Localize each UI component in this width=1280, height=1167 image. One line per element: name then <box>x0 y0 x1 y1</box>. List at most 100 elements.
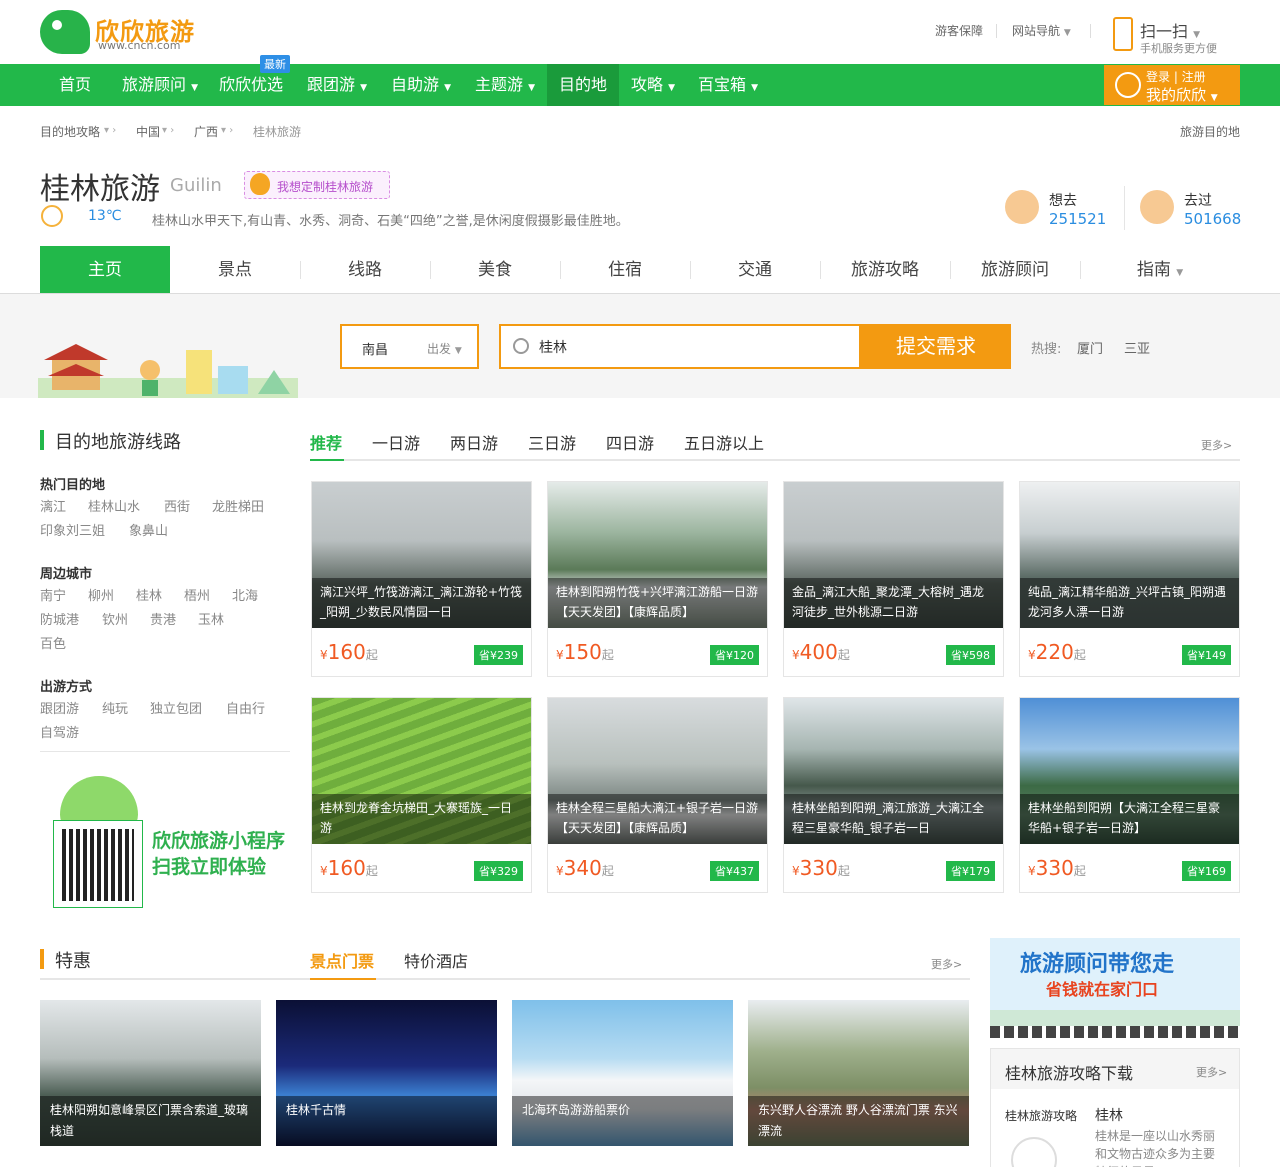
tab-traffic[interactable]: 交通 <box>690 246 820 294</box>
destination-link[interactable]: 旅游目的地 <box>1180 123 1240 140</box>
filter-link[interactable]: 梧州 <box>184 585 210 604</box>
route-tab-5day-plus[interactable]: 五日游以上 <box>684 430 764 454</box>
nav-home[interactable]: 首页 <box>40 64 110 106</box>
filter-link[interactable]: 自驾游 <box>40 722 79 741</box>
filter-link[interactable]: 南宁 <box>40 585 66 604</box>
breadcrumb-item[interactable]: 目的地攻略 <box>40 123 100 140</box>
deal-title: 桂林阳朔如意峰景区门票含索道_玻璃栈道 <box>40 1096 261 1146</box>
route-card[interactable]: 金品_漓江大船_聚龙潭_大榕树_遇龙河徒步_世外桃源二日游 ¥400起 省¥59… <box>783 481 1004 677</box>
breadcrumb-item[interactable]: 中国 <box>136 123 160 140</box>
route-card[interactable]: 漓江兴坪_竹筏游漓江_漓江游轮+竹筏_阳朔_少数民风情园一日 ¥160起 省¥2… <box>311 481 532 677</box>
deal-card[interactable]: 北海环岛游游船票价 <box>512 1000 733 1167</box>
deal-tab-tickets[interactable]: 景点门票 <box>310 948 374 972</box>
tab-food[interactable]: 美食 <box>430 246 560 294</box>
route-card[interactable]: 桂林全程三星船大漓江+银子岩一日游【天天发团】【康辉品质】 ¥340起 省¥43… <box>547 697 768 893</box>
filter-link[interactable]: 防城港 <box>40 609 79 628</box>
flag-icon[interactable] <box>1140 190 1174 224</box>
deal-card[interactable]: 东兴野人谷漂流 野人谷漂流门票 东兴漂流 <box>748 1000 969 1167</box>
departure-select[interactable]: 南昌 出发 ▼ <box>340 324 479 369</box>
more-link[interactable]: 更多> <box>1196 1064 1227 1080</box>
filter-link[interactable]: 跟团游 <box>40 698 79 717</box>
hot-search-link[interactable]: 三亚 <box>1124 338 1150 357</box>
login-register-link[interactable]: 登录 | 注册 <box>1146 68 1206 85</box>
tab-hotel[interactable]: 住宿 <box>560 246 690 294</box>
route-tab-2day[interactable]: 两日游 <box>450 430 498 454</box>
route-tab-recommend[interactable]: 推荐 <box>310 430 342 454</box>
my-cncn-menu[interactable]: 我的欣欣 ▼ <box>1146 84 1218 105</box>
nav-guide[interactable]: 攻略 ▼ <box>619 64 687 106</box>
nav-toolbox[interactable]: 百宝箱 ▼ <box>687 64 769 106</box>
filter-link[interactable]: 北海 <box>232 585 258 604</box>
filter-link[interactable]: 漓江 <box>40 496 66 515</box>
site-nav-link[interactable]: 网站导航 ▼ <box>1012 22 1071 39</box>
breadcrumb-item[interactable]: 广西 <box>194 123 218 140</box>
tab-sights[interactable]: 景点 <box>170 246 300 294</box>
search-box <box>499 324 861 369</box>
route-card[interactable]: 桂林坐船到阳朔【大漓江全程三星豪华船+银子岩一日游】 ¥330起 省¥169 <box>1019 697 1240 893</box>
advisor-banner[interactable]: 旅游顾问带您走 省钱就在家门口 <box>990 938 1240 1038</box>
banner-subline: 省钱就在家门口 <box>1046 980 1159 999</box>
filter-link[interactable]: 桂林山水 <box>88 496 140 515</box>
filter-link[interactable]: 西街 <box>164 496 190 515</box>
filter-link[interactable]: 桂林 <box>136 585 162 604</box>
deal-card[interactable]: 桂林阳朔如意峰景区门票含索道_玻璃栈道 <box>40 1000 261 1167</box>
filter-link[interactable]: 印象刘三姐 <box>40 520 105 539</box>
filter-link[interactable]: 贵港 <box>150 609 176 628</box>
mini-program-qr-code <box>53 820 143 908</box>
tab-home[interactable]: 主页 <box>40 246 170 294</box>
guide-book-title[interactable]: 桂林旅游攻略 <box>1005 1107 1077 1124</box>
route-card[interactable]: 纯品_漓江精华船游_兴坪古镇_阳朔遇龙河多人漂一日游 ¥220起 省¥149 <box>1019 481 1240 677</box>
filter-link[interactable]: 纯玩 <box>102 698 128 717</box>
deal-title: 桂林千古情 <box>276 1096 497 1146</box>
heart-icon[interactable] <box>1005 190 1039 224</box>
divider <box>40 978 970 980</box>
route-card[interactable]: 桂林到阳朔竹筏+兴坪漓江游船一日游【天天发团】【康辉品质】 ¥150起 省¥12… <box>547 481 768 677</box>
filter-link[interactable]: 独立包团 <box>150 698 202 717</box>
nav-destination[interactable]: 目的地 <box>547 64 619 106</box>
save-badge: 省¥239 <box>474 645 523 665</box>
section-marker <box>40 949 44 969</box>
save-badge: 省¥149 <box>1182 645 1231 665</box>
deal-tab-hotels[interactable]: 特价酒店 <box>404 948 468 972</box>
route-tab-4day[interactable]: 四日游 <box>606 430 654 454</box>
nav-travel-advisor[interactable]: 旅游顾问 ▼ <box>110 64 210 106</box>
more-link[interactable]: 更多> <box>1201 437 1232 453</box>
scan-title[interactable]: 扫一扫 ▼ <box>1140 18 1200 42</box>
hot-search-link[interactable]: 厦门 <box>1077 338 1103 357</box>
filter-link[interactable]: 象鼻山 <box>129 520 168 539</box>
tab-advisor[interactable]: 旅游顾问 <box>950 246 1080 294</box>
filter-link[interactable]: 钦州 <box>102 609 128 628</box>
nav-theme-tour[interactable]: 主题游 ▼ <box>463 64 547 106</box>
visitor-guarantee-link[interactable]: 游客保障 <box>935 22 983 39</box>
route-tab-1day[interactable]: 一日游 <box>372 430 420 454</box>
tab-travel-guide[interactable]: 旅游攻略 <box>820 246 950 294</box>
tab-guide[interactable]: 指南 ▼ <box>1080 246 1240 294</box>
route-card[interactable]: 桂林到龙脊金坑梯田_大寨瑶族_一日游 ¥160起 省¥329 <box>311 697 532 893</box>
more-link[interactable]: 更多> <box>931 956 962 972</box>
filter-group-title: 热门目的地 <box>40 478 106 493</box>
page: 欣欣旅游 www.cncn.com 游客保障 网站导航 ▼ 扫一扫 ▼ 手机服务… <box>0 0 1280 1167</box>
search-icon <box>513 338 529 354</box>
mini-program-title: 欣欣旅游小程序 <box>152 830 286 852</box>
filter-link[interactable]: 百色 <box>40 633 66 652</box>
guide-book-name[interactable]: 桂林 <box>1095 1105 1123 1125</box>
section-marker <box>40 430 44 450</box>
divider <box>996 24 997 38</box>
filter-link[interactable]: 龙胜梯田 <box>212 496 264 515</box>
elephant-logo-icon[interactable] <box>40 10 90 54</box>
filter-link[interactable]: 自由行 <box>226 698 265 717</box>
tab-routes[interactable]: 线路 <box>300 246 430 294</box>
chevron-down-icon: ▼ <box>191 83 199 93</box>
filter-link[interactable]: 玉林 <box>198 609 224 628</box>
save-badge: 省¥169 <box>1182 861 1231 881</box>
route-tab-3day[interactable]: 三日游 <box>528 430 576 454</box>
filter-link[interactable]: 柳州 <box>88 585 114 604</box>
route-card[interactable]: 桂林坐船到阳朔_漓江旅游_大漓江全程三星豪华船_银子岩一日 ¥330起 省¥17… <box>783 697 1004 893</box>
destination-search-input[interactable] <box>539 336 839 358</box>
submit-request-button[interactable]: 提交需求 <box>861 324 1011 369</box>
nav-group-tour[interactable]: 跟团游 ▼ <box>295 64 379 106</box>
banner-headline: 旅游顾问带您走 <box>1020 952 1175 977</box>
deal-card[interactable]: 桂林千古情 <box>276 1000 497 1167</box>
chevron-icon: ▾ › <box>162 125 175 136</box>
nav-self-tour[interactable]: 自助游 ▼ <box>379 64 463 106</box>
